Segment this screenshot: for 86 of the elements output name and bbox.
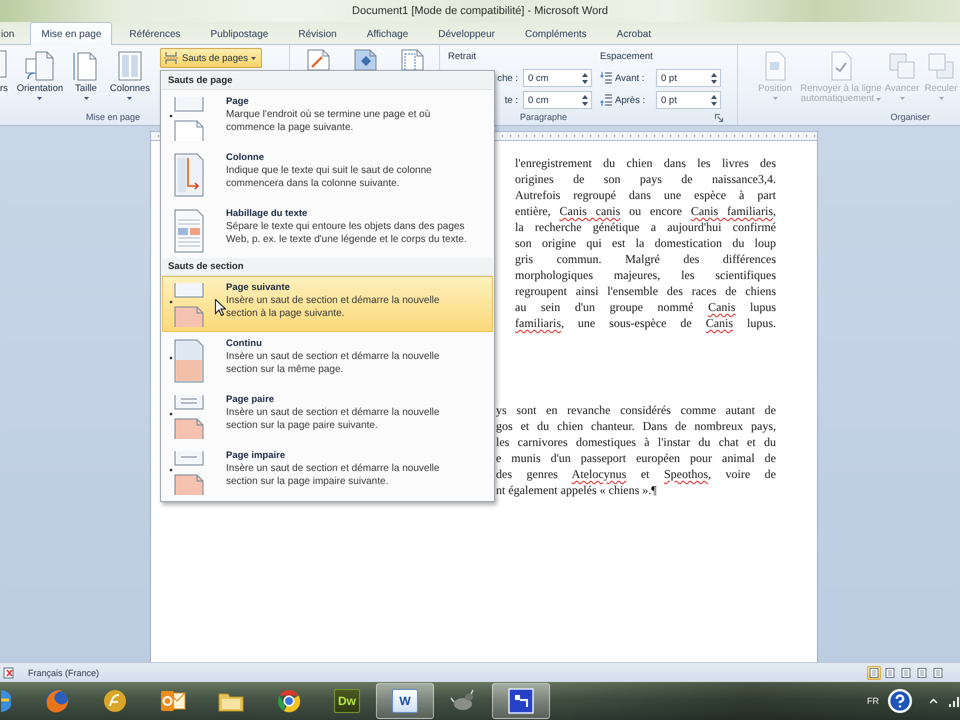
caret-icon xyxy=(127,97,132,100)
view-button[interactable] xyxy=(867,666,881,680)
menu-item[interactable]: Page suivante Insère un saut de section et démarre la nouvelle section à la page suivante. xyxy=(162,276,493,332)
line-spacing-icon xyxy=(600,71,612,85)
section-label: Retrait xyxy=(448,51,476,63)
spin-field[interactable]: 0 pt xyxy=(656,91,721,109)
paragraph: ys sont en revanche considérés comme autant de gos et du chien chanteur. Dans de nombreux pays, les carnivores domestiques à l'instar du chat et du e munis d'un passeport européen pour animal de des genres Atelocynus et Speothos, voire de nt également appelés « chiens ».¶ xyxy=(496,402,776,498)
dialog-launcher-icon[interactable] xyxy=(715,114,723,122)
caret-icon xyxy=(876,98,882,100)
ribbon-tab[interactable]: Publipostage xyxy=(198,24,282,44)
ribbon-tab[interactable]: Développeur xyxy=(425,24,508,44)
ribbon-tab[interactable]: Acrobat xyxy=(604,24,664,44)
view-button[interactable] xyxy=(915,666,929,680)
caret-icon xyxy=(938,97,944,100)
menu-item[interactable]: Page paire Insère un saut de section et démarre la nouvelle section sur la page paire suivante. xyxy=(162,388,493,444)
window-icon xyxy=(507,687,535,715)
chevron-up-icon[interactable] xyxy=(929,698,938,704)
menu-section-header: Sauts de page xyxy=(162,72,493,90)
page-lines-icon xyxy=(933,668,943,678)
spinner-icon[interactable] xyxy=(582,72,588,84)
menu-item[interactable]: Page impaire Insère un saut de section et démarre la nouvelle section sur la page impaire suivante. xyxy=(162,444,493,500)
ribbon-button[interactable]: Colonnes xyxy=(104,45,156,105)
caret-icon xyxy=(251,56,256,60)
paragraph: l'enregistrement du chien dans les livres des origines de son pays de naissance3,4. Autrefois regroupé dans une espèce à part entière, Canis canis ou encore Canis familiaris, la recherche génétique a aujourd'hui confirmé son origine qui est la domestication du loup gris commun. Malgré des différences morphologiques majeures, les scientifiques regroupent ainsi l'ensemble des races de chiens au sein d'un groupe nommé Canis lupus familiaris, une sous-espèce de Canis lupus. xyxy=(515,155,776,331)
window-title: Document1 [Mode de compatibilité] - Microsoft Word xyxy=(352,5,608,17)
ribbon-button[interactable]: rs xyxy=(0,45,12,105)
view-button[interactable] xyxy=(899,666,913,680)
swirl-icon xyxy=(101,687,129,715)
spinner-icon[interactable] xyxy=(582,94,588,106)
app-logo: W xyxy=(392,689,418,713)
caret-icon xyxy=(772,97,778,100)
ribbon-tab[interactable]: Références xyxy=(116,24,194,44)
line-spacing-icon xyxy=(600,93,612,107)
group-label: Organiser xyxy=(890,111,930,124)
signal-bars-icon[interactable] xyxy=(948,694,960,708)
taskbar-button[interactable] xyxy=(492,683,550,719)
ribbon-tab[interactable]: ion xyxy=(0,24,26,44)
spin-field[interactable]: 0 pt xyxy=(656,69,721,87)
menu-item[interactable]: Colonne Indique que le texte qui suit le saut de colonne commencera dans la colonne suivante. xyxy=(162,146,493,202)
menu-item[interactable]: Habillage du texte Sépare le texte qui entoure les objets dans des pages Web, p. ex. le texte d'une légende et le corps du texte. xyxy=(162,202,493,258)
view-button[interactable] xyxy=(883,666,897,680)
page-frame-icon[interactable] xyxy=(399,49,425,70)
page-lines-icon xyxy=(917,668,927,678)
ribbon-button[interactable]: Taille xyxy=(68,45,104,105)
ribbon-tab[interactable]: Révision xyxy=(285,24,350,44)
page-stroke-icon[interactable] xyxy=(305,49,331,70)
ribbon-tab[interactable]: Mise en page xyxy=(30,22,112,45)
page-fill-icon[interactable] xyxy=(352,49,378,70)
ribbon-button[interactable]: Orientation xyxy=(12,45,68,105)
caret-icon xyxy=(84,97,88,100)
field-label: che : xyxy=(497,72,518,84)
caret-icon xyxy=(900,97,904,100)
menu-item[interactable]: Page Marque l'endroit où se termine une page et où commence la page suivante. xyxy=(162,90,493,146)
ribbon-tab[interactable]: Affichage xyxy=(354,24,422,44)
spinner-icon[interactable] xyxy=(711,72,717,84)
globe-icon xyxy=(1,688,11,714)
wheel-icon xyxy=(275,687,303,715)
page-lines-icon xyxy=(901,668,911,678)
ribbon-tab[interactable]: Compléments xyxy=(512,24,600,44)
spin-field[interactable]: 0 cm xyxy=(523,91,592,109)
section-label: Espacement xyxy=(600,51,653,63)
caret-icon xyxy=(37,97,42,100)
spin-field[interactable]: 0 cm xyxy=(523,69,592,87)
field-label: Après : xyxy=(615,94,646,106)
taskbar-button[interactable]: Dw xyxy=(318,683,376,719)
spinner-icon[interactable] xyxy=(711,94,717,106)
language-status[interactable]: Français (France) xyxy=(28,668,100,678)
menu-section-header: Sauts de section xyxy=(162,258,493,276)
app-logo: Dw xyxy=(334,689,360,713)
menu-item[interactable]: Continu Insère un saut de section et démarre la nouvelle section sur la même page. xyxy=(162,332,493,388)
page-lines-icon xyxy=(885,668,895,678)
help-icon[interactable] xyxy=(887,688,913,714)
page-break-icon xyxy=(164,51,179,65)
fox-globe-icon xyxy=(43,687,71,715)
taskbar-button[interactable]: W xyxy=(376,683,434,719)
field-label: Avant : xyxy=(615,72,646,84)
group-label: Mise en page xyxy=(86,111,140,124)
page-lines-icon xyxy=(869,668,879,678)
view-button[interactable] xyxy=(931,666,945,680)
input-language[interactable]: FR xyxy=(867,696,879,706)
group-label: Paragraphe xyxy=(520,111,568,124)
field-label: te : xyxy=(504,94,518,106)
page-breaks-button[interactable]: Sauts de pages xyxy=(160,48,262,68)
page-cross-icon[interactable] xyxy=(3,666,15,678)
mouse-pointer-icon xyxy=(215,299,226,316)
pages-icon xyxy=(24,50,56,82)
